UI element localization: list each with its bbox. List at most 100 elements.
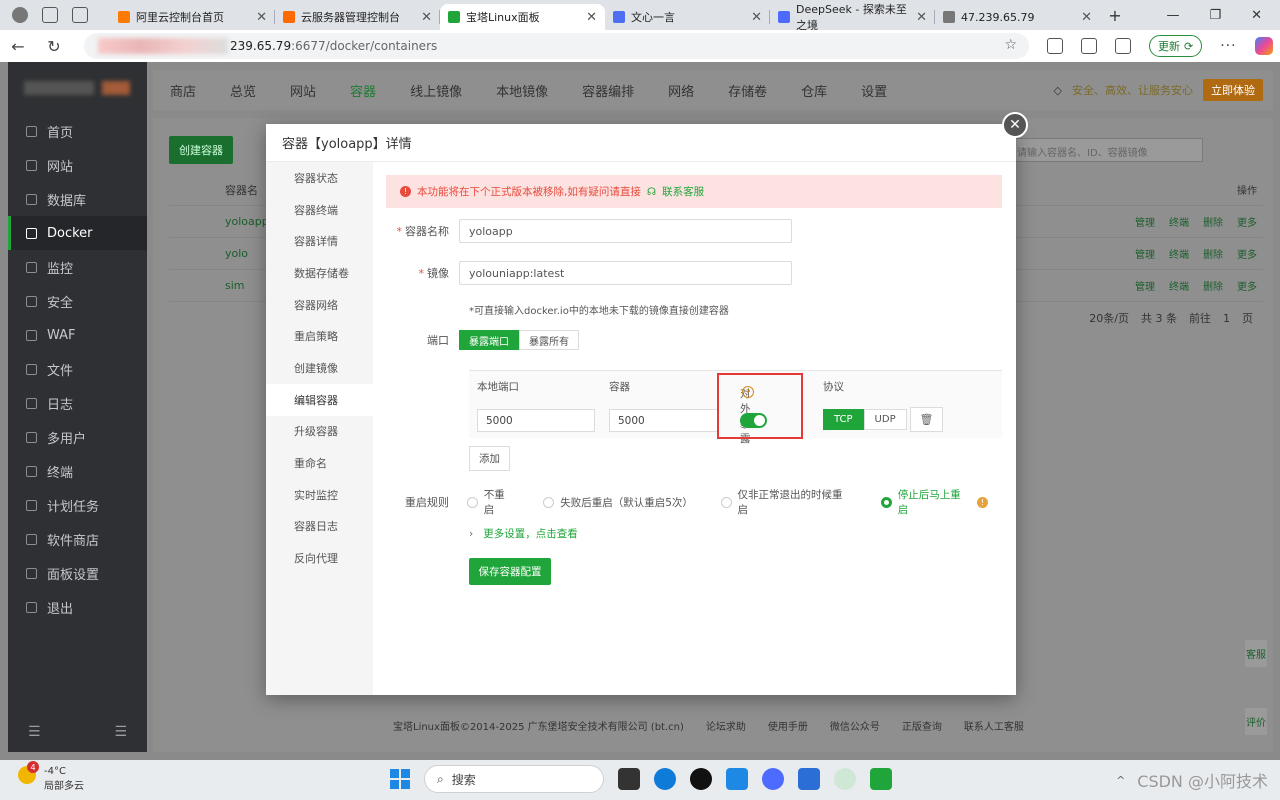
browser-tab-aliyun[interactable]: 阿里云控制台首页 ✕ <box>110 4 275 30</box>
modal-menu-item[interactable]: 容器状态 <box>266 162 373 194</box>
maximize-icon[interactable]: ❐ <box>1209 8 1221 23</box>
footer-link[interactable]: 联系人工客服 <box>964 718 1024 733</box>
row-op-link[interactable]: 更多 <box>1237 214 1257 229</box>
row-op-link[interactable]: 终端 <box>1169 246 1189 261</box>
edge-icon[interactable] <box>654 768 676 790</box>
top-nav-item[interactable]: 网站 <box>273 81 333 100</box>
tab-actions-icon[interactable] <box>72 7 88 23</box>
top-nav-item[interactable]: 容器编排 <box>565 81 651 100</box>
modal-close-icon[interactable]: ✕ <box>1002 112 1028 138</box>
add-port-button[interactable]: 添加 <box>469 446 510 471</box>
app-icon[interactable] <box>834 768 856 790</box>
top-nav-item[interactable]: 商店 <box>153 81 213 100</box>
modal-menu-item[interactable]: 容器网络 <box>266 289 373 321</box>
page-input[interactable]: 1 <box>1223 312 1230 325</box>
top-nav-item[interactable]: 本地镜像 <box>479 81 565 100</box>
chevron-up-icon[interactable]: ^ <box>1116 774 1125 787</box>
task-view-icon[interactable] <box>618 768 640 790</box>
browser-tab-bt-panel[interactable]: 宝塔Linux面板 ✕ <box>440 4 605 30</box>
sidebar-item[interactable]: 日志 <box>8 386 147 420</box>
sidebar-item[interactable]: 软件商店 <box>8 522 147 556</box>
close-tab-icon[interactable]: ✕ <box>1081 10 1092 25</box>
top-nav-item[interactable]: 线上镜像 <box>393 81 479 100</box>
restart-unless-stopped[interactable]: 仅非正常退出的时候重启 <box>720 487 853 517</box>
modal-menu-item[interactable]: 数据存储卷 <box>266 257 373 289</box>
top-nav-item[interactable]: 容器 <box>333 81 393 100</box>
sidebar-item[interactable]: 安全 <box>8 284 147 318</box>
buy-button[interactable]: 立即体验 <box>1203 79 1263 101</box>
modal-menu-item[interactable]: 编辑容器 <box>266 383 373 416</box>
row-op-link[interactable]: 终端 <box>1169 214 1189 229</box>
close-tab-icon[interactable]: ✕ <box>751 10 762 25</box>
container-search-input[interactable]: 请输入容器名、ID、容器镜像 <box>1008 138 1203 162</box>
weather-widget[interactable]: 4 -4°C 局部多云 <box>18 761 84 792</box>
deepseek-icon[interactable] <box>762 768 784 790</box>
udp-option[interactable]: UDP <box>863 409 907 430</box>
close-tab-icon[interactable]: ✕ <box>256 10 267 25</box>
browser-tab-ip[interactable]: 47.239.65.79 ✕ <box>935 4 1100 30</box>
create-container-button[interactable]: 创建容器 <box>169 136 233 164</box>
local-port-input[interactable]: 5000 <box>477 409 595 432</box>
top-nav-item[interactable]: 设置 <box>844 81 904 100</box>
sidebar-item[interactable]: 文件 <box>8 352 147 386</box>
row-op-link[interactable]: 更多 <box>1237 278 1257 293</box>
menu-list-icon[interactable]: ☰ <box>114 724 127 740</box>
top-nav-item[interactable]: 仓库 <box>784 81 844 100</box>
qq-icon[interactable] <box>690 768 712 790</box>
sidebar-item[interactable]: 计划任务 <box>8 488 147 522</box>
row-op-link[interactable]: 终端 <box>1169 278 1189 293</box>
save-config-button[interactable]: 保存容器配置 <box>469 558 551 585</box>
taskbar-search[interactable]: ⌕ 搜索 <box>424 765 604 793</box>
start-icon[interactable] <box>390 769 410 789</box>
footer-link[interactable]: 正版查询 <box>902 718 942 733</box>
container-name-input[interactable]: yoloapp <box>459 219 792 243</box>
delete-port-icon[interactable]: 🗑 <box>910 407 943 432</box>
hbuilder-icon[interactable] <box>870 768 892 790</box>
sidebar-item[interactable]: 监控 <box>8 250 147 284</box>
modal-menu-item[interactable]: 重启策略 <box>266 320 373 352</box>
restart-no[interactable]: 不重启 <box>466 487 515 517</box>
new-tab-icon[interactable]: + <box>1100 6 1130 25</box>
close-tab-icon[interactable]: ✕ <box>916 10 927 25</box>
favorite-star-icon[interactable]: ☆ <box>1004 37 1017 53</box>
favorites-icon[interactable] <box>1081 38 1097 54</box>
url-input[interactable]: 239.65.79 :6677/docker/containers ☆ <box>84 33 1029 59</box>
back-icon[interactable]: ← <box>0 37 36 56</box>
sidebar-item[interactable]: 面板设置 <box>8 556 147 590</box>
sidebar-item[interactable]: 多用户 <box>8 420 147 454</box>
restart-on-failure[interactable]: 失败后重启（默认重启5次） <box>543 495 693 510</box>
container-port-input[interactable]: 5000 <box>609 409 719 432</box>
row-op-link[interactable]: 删除 <box>1203 278 1223 293</box>
sidebar-item[interactable]: Docker <box>8 216 147 250</box>
close-tab-icon[interactable]: ✕ <box>421 10 432 25</box>
top-nav-item[interactable]: 存储卷 <box>711 81 784 100</box>
sidebar-item[interactable]: WAF <box>8 318 147 352</box>
top-nav-item[interactable]: 总览 <box>213 81 273 100</box>
collapse-icon[interactable]: ☰ <box>28 724 41 740</box>
restart-always[interactable]: 停止后马上重启! <box>880 487 988 517</box>
modal-menu-item[interactable]: 升级容器 <box>266 416 373 448</box>
workspaces-icon[interactable] <box>42 7 58 23</box>
image-input[interactable]: yolouniapp:latest <box>459 261 792 285</box>
more-menu-icon[interactable]: ··· <box>1220 38 1236 54</box>
sidebar-item[interactable]: 网站 <box>8 148 147 182</box>
modal-menu-item[interactable]: 重命名 <box>266 447 373 479</box>
modal-menu-item[interactable]: 容器日志 <box>266 511 373 543</box>
browser-tab-ecs[interactable]: 云服务器管理控制台 ✕ <box>275 4 440 30</box>
row-op-link[interactable]: 删除 <box>1203 214 1223 229</box>
review-float-button[interactable]: 评价 <box>1245 708 1267 735</box>
container-name-link[interactable]: sim <box>225 279 245 292</box>
footer-link[interactable]: 论坛求助 <box>706 718 746 733</box>
row-op-link[interactable]: 删除 <box>1203 246 1223 261</box>
close-tab-icon[interactable]: ✕ <box>586 10 597 25</box>
row-op-link[interactable]: 管理 <box>1135 214 1155 229</box>
copilot-icon[interactable] <box>1254 37 1273 55</box>
modal-menu-item[interactable]: 反向代理 <box>266 542 373 574</box>
sidebar-item[interactable]: 终端 <box>8 454 147 488</box>
modal-menu-item[interactable]: 实时监控 <box>266 479 373 511</box>
row-op-link[interactable]: 管理 <box>1135 278 1155 293</box>
modal-menu-item[interactable]: 容器终端 <box>266 194 373 226</box>
profile-icon[interactable] <box>12 7 28 23</box>
row-op-link[interactable]: 管理 <box>1135 246 1155 261</box>
footer-link[interactable]: 微信公众号 <box>830 718 880 733</box>
